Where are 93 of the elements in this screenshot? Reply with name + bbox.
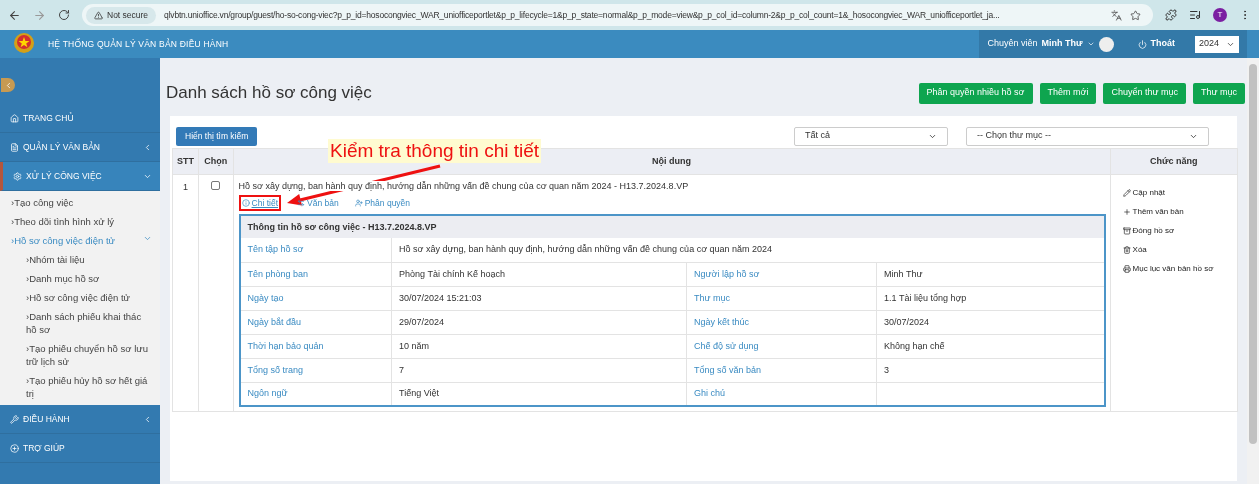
collapse-button[interactable]	[1, 78, 15, 92]
sidebar-item[interactable]: TRỢ GIÚP	[0, 434, 160, 463]
submenu-item[interactable]: ›Tạo công việc	[0, 193, 160, 212]
puzzle-icon[interactable]	[1165, 9, 1177, 21]
chevron-left-icon	[143, 142, 152, 152]
row-checkbox[interactable]	[211, 181, 221, 190]
column-header: Chức năng	[1110, 148, 1238, 175]
address-bar[interactable]	[82, 4, 1153, 26]
field-value: 29/07/2024	[391, 310, 687, 335]
field-label: Ghi chú	[686, 382, 877, 407]
info-icon	[241, 198, 250, 207]
plus-icon	[1122, 207, 1131, 216]
document-icon	[10, 142, 19, 152]
user-plus-icon	[354, 198, 363, 207]
record-link[interactable]: Phân quyền	[354, 196, 411, 210]
star-icon[interactable]	[1130, 9, 1141, 21]
page-title: Danh sách hồ sơ công việc	[166, 82, 372, 105]
power-icon	[1137, 39, 1147, 49]
submenu-item[interactable]: ›Tạo phiếu hủy hồ sơ hết giá trị	[0, 371, 160, 403]
plus-circle-icon	[10, 443, 19, 453]
field-value: Phòng Tài chính Kế hoạch	[391, 262, 687, 287]
record-title: Hồ sơ xây dựng, ban hành quy định, hướng dẫn những vấn đề chung của cơ quan năm 2024 - H13.7.2024.8.VP	[238, 181, 689, 191]
home-icon	[10, 113, 19, 123]
column-header: STT	[172, 148, 199, 175]
field-value: 30/07/2024	[876, 310, 1105, 335]
year-select[interactable]: 2024	[1195, 35, 1239, 53]
field-label: Tổng số văn bản	[686, 358, 877, 383]
profile-avatar[interactable]: T	[1213, 8, 1227, 22]
field-value: 7	[391, 358, 687, 383]
field-value: 1.1 Tài liệu tổng hợp	[876, 286, 1105, 311]
chevron-down-icon	[1086, 40, 1095, 48]
archive-icon	[1122, 226, 1131, 235]
sidebar-item[interactable]: TRANG CHỦ	[0, 104, 160, 133]
gear-icon	[13, 171, 22, 181]
submenu-item[interactable]: ›Danh mục hồ sơ	[0, 269, 160, 288]
function-link[interactable]: Đóng hồ sơ	[1122, 221, 1237, 240]
row-number: 1	[172, 174, 199, 412]
media-icon[interactable]	[1189, 9, 1201, 21]
function-link[interactable]: Cập nhật	[1122, 183, 1237, 202]
submenu-item[interactable]: ›Nhóm tài liệu	[0, 250, 160, 269]
printer-icon	[1122, 264, 1131, 273]
chevron-down-icon	[143, 234, 152, 243]
user-menu[interactable]: Chuyên viên Minh Thư	[987, 37, 1095, 51]
annotation-label: Kiểm tra thông tin chi tiết	[328, 139, 542, 163]
trash-icon	[1122, 245, 1131, 254]
submenu-item[interactable]: ›Hồ sơ công việc điện tử	[0, 231, 160, 250]
field-label: Người lập hồ sơ	[686, 262, 877, 287]
url-text: qlvbtn.unioffice.vn/group/guest/ho-so-cong-viec?p_p_id=hosocongviec_WAR_uniofficeportlet&p_p_lifecycle=1&p_p_state=normal&p_p_mode=view&p_p_col_id=column-2&p_p_col_count=1&_hosocongviec_WAR_uniofficeportlet_ja...	[164, 8, 1001, 22]
field-value: Tiếng Việt	[391, 382, 687, 407]
chevron-left-icon	[143, 414, 152, 424]
field-value: 3	[876, 358, 1105, 383]
logout-link[interactable]: Thoát	[1137, 37, 1175, 51]
submenu-item[interactable]: ›Hồ sơ công việc điện tử	[0, 288, 160, 307]
record-link[interactable]: Văn bản	[297, 196, 339, 210]
translate-icon[interactable]	[1111, 9, 1122, 21]
back-icon[interactable]	[8, 8, 21, 22]
filter-select[interactable]: -- Chọn thư mục --	[966, 126, 1209, 146]
column-header: Chọn	[198, 148, 234, 175]
submenu-item[interactable]: ›Danh sách phiếu khai thác hồ sơ	[0, 307, 160, 339]
field-value: Hồ sơ xây dựng, ban hành quy định, hướng dẫn những vấn đề chung của cơ quan năm 2024	[391, 238, 1105, 263]
search-toggle-button[interactable]: Hiển thị tìm kiếm	[176, 126, 258, 146]
record-link[interactable]: Chi tiết	[238, 194, 281, 212]
security-chip[interactable]: Not secure	[86, 6, 157, 24]
field-label: Ngày bắt đầu	[239, 310, 392, 335]
field-label: Ngôn ngữ	[239, 382, 392, 407]
function-link[interactable]: Thêm văn bản	[1122, 202, 1237, 221]
avatar[interactable]	[1098, 36, 1114, 52]
wrench-icon	[10, 414, 19, 424]
field-label: Thư mục	[686, 286, 877, 311]
field-value: 30/07/2024 15:21:03	[391, 286, 687, 311]
submenu-item[interactable]: ›Theo dõi tình hình xử lý	[0, 212, 160, 231]
field-label: Ngày tạo	[239, 286, 392, 311]
field-value: 10 năm	[391, 334, 687, 359]
submenu-item[interactable]: ›Tạo phiếu chuyển hồ sơ lưu trữ lịch sử	[0, 339, 160, 371]
function-link[interactable]: Mục lục văn bản hồ sơ	[1122, 259, 1237, 278]
sidebar-item[interactable]: XỬ LÝ CÔNG VIỆC	[0, 162, 160, 191]
emblem-icon	[12, 32, 36, 56]
field-label: Thời hạn bảo quản	[239, 334, 392, 359]
field-value: Minh Thư	[876, 262, 1105, 287]
swap-icon	[297, 198, 305, 207]
field-label: Tên tập hồ sơ	[239, 238, 392, 263]
field-label: Ngày kết thúc	[686, 310, 877, 335]
field-label: Tổng số trang	[239, 358, 392, 383]
field-label: Tên phòng ban	[239, 262, 392, 287]
app-title: HỆ THỐNG QUẢN LÝ VĂN BẢN ĐIỀU HÀNH	[48, 37, 229, 51]
filter-select[interactable]: Tất cả	[794, 126, 948, 146]
pencil-icon	[1122, 188, 1131, 197]
warning-icon	[94, 10, 103, 20]
field-value: Không hạn chế	[876, 334, 1105, 359]
field-label: Chế độ sử dụng	[686, 334, 877, 359]
sidebar-item[interactable]: ĐIỀU HÀNH	[0, 405, 160, 434]
function-link[interactable]: Xóa	[1122, 240, 1237, 259]
reload-icon[interactable]	[58, 9, 70, 21]
